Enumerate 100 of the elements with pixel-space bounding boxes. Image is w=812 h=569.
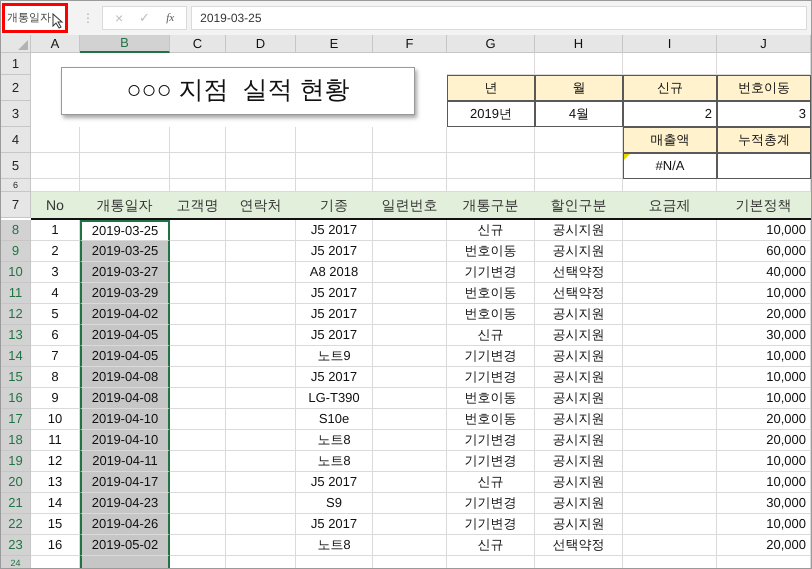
activation-type-cell: 기기변경 bbox=[447, 346, 535, 367]
policy-amount-cell: 40,000 bbox=[717, 262, 811, 283]
row-header[interactable]: 6 bbox=[1, 179, 31, 192]
activation-type-cell: 번호이동 bbox=[447, 304, 535, 325]
column-heading: 기본정책 bbox=[717, 192, 811, 218]
column-header[interactable]: J bbox=[717, 35, 811, 53]
row-header[interactable]: 17 bbox=[1, 409, 31, 430]
row-header[interactable]: 7 bbox=[1, 192, 31, 218]
column-header[interactable]: E bbox=[296, 35, 373, 53]
error-value: #N/A bbox=[656, 157, 684, 176]
policy-amount-cell: 10,000 bbox=[717, 283, 811, 304]
model-cell: S10e bbox=[296, 409, 373, 430]
row-header[interactable]: 11 bbox=[1, 283, 31, 304]
model-cell: 노트9 bbox=[296, 346, 373, 367]
insert-function-button[interactable]: fx bbox=[166, 10, 174, 26]
row-header[interactable]: 22 bbox=[1, 514, 31, 535]
date-cell: 2019-03-27 bbox=[80, 262, 170, 283]
policy-amount-cell: 30,000 bbox=[717, 325, 811, 346]
activation-type-cell: 기기변경 bbox=[447, 262, 535, 283]
column-header[interactable]: B bbox=[80, 35, 170, 53]
discount-type-cell: 공시지원 bbox=[535, 346, 623, 367]
grid-cell[interactable] bbox=[717, 153, 811, 179]
policy-amount-cell: 20,000 bbox=[717, 304, 811, 325]
row-header[interactable]: 20 bbox=[1, 472, 31, 493]
model-cell: J5 2017 bbox=[296, 472, 373, 493]
column-header[interactable]: F bbox=[373, 35, 447, 53]
column-heading: No bbox=[31, 192, 80, 218]
model-cell: J5 2017 bbox=[296, 220, 373, 241]
date-cell: 2019-04-08 bbox=[80, 388, 170, 409]
row-header[interactable]: 19 bbox=[1, 451, 31, 472]
discount-type-cell: 공시지원 bbox=[535, 388, 623, 409]
policy-amount-cell: 30,000 bbox=[717, 493, 811, 514]
model-cell: S9 bbox=[296, 493, 373, 514]
name-box[interactable]: 개통일자 bbox=[2, 3, 68, 33]
row-header[interactable]: 15 bbox=[1, 367, 31, 388]
date-cell: 2019-04-11 bbox=[80, 451, 170, 472]
date-cell: 2019-04-17 bbox=[80, 472, 170, 493]
row-header[interactable]: 8 bbox=[1, 220, 31, 241]
model-cell: 노트8 bbox=[296, 535, 373, 556]
activation-type-cell: 번호이동 bbox=[447, 241, 535, 262]
policy-amount-cell: 20,000 bbox=[717, 409, 811, 430]
summary-header: 년 bbox=[447, 75, 535, 101]
error-indicator-icon[interactable] bbox=[624, 154, 630, 160]
row-header[interactable]: 18 bbox=[1, 430, 31, 451]
row-header[interactable]: 12 bbox=[1, 304, 31, 325]
discount-type-cell: 공시지원 bbox=[535, 514, 623, 535]
activation-type-cell: 기기변경 bbox=[447, 367, 535, 388]
model-cell: J5 2017 bbox=[296, 514, 373, 535]
column-header[interactable]: I bbox=[623, 35, 717, 53]
column-header[interactable]: C bbox=[170, 35, 226, 53]
date-cell: 2019-04-23 bbox=[80, 493, 170, 514]
title-text-box[interactable]: ○○○ 지점 실적 현황 bbox=[61, 67, 415, 115]
date-cell: 2019-04-10 bbox=[80, 409, 170, 430]
row-header[interactable]: 3 bbox=[1, 101, 31, 127]
column-heading: 개통구분 bbox=[447, 192, 535, 218]
model-cell: J5 2017 bbox=[296, 325, 373, 346]
row-header[interactable]: 9 bbox=[1, 241, 31, 262]
discount-type-cell: 선택약정 bbox=[535, 262, 623, 283]
column-heading: 요금제 bbox=[623, 192, 717, 218]
grid-cell[interactable] bbox=[80, 556, 170, 568]
formula-input[interactable]: 2019-03-25 bbox=[191, 6, 807, 30]
activation-type-cell: 신규 bbox=[447, 325, 535, 346]
discount-type-cell: 공시지원 bbox=[535, 220, 623, 241]
column-header[interactable]: H bbox=[535, 35, 623, 53]
row-header[interactable]: 21 bbox=[1, 493, 31, 514]
mouse-pointer-icon bbox=[52, 13, 64, 29]
row-header[interactable]: 14 bbox=[1, 346, 31, 367]
model-cell: J5 2017 bbox=[296, 304, 373, 325]
activation-type-cell: 신규 bbox=[447, 472, 535, 493]
policy-amount-cell: 10,000 bbox=[717, 451, 811, 472]
row-header[interactable]: 13 bbox=[1, 325, 31, 346]
date-cell: 2019-04-02 bbox=[80, 304, 170, 325]
row-header[interactable]: 24 bbox=[1, 556, 31, 568]
policy-amount-cell: 10,000 bbox=[717, 367, 811, 388]
column-header[interactable]: D bbox=[226, 35, 296, 53]
discount-type-cell: 선택약정 bbox=[535, 283, 623, 304]
row-header[interactable]: 5 bbox=[1, 153, 31, 179]
column-heading: 개통일자 bbox=[80, 192, 170, 218]
column-heading: 일련번호 bbox=[373, 192, 447, 218]
model-cell: J5 2017 bbox=[296, 283, 373, 304]
activation-type-cell: 번호이동 bbox=[447, 388, 535, 409]
date-cell: 2019-04-05 bbox=[80, 346, 170, 367]
summary-value: 2019년 bbox=[447, 101, 535, 127]
policy-amount-cell: 20,000 bbox=[717, 535, 811, 556]
policy-amount-cell: 10,000 bbox=[717, 472, 811, 493]
date-cell: 2019-04-05 bbox=[80, 325, 170, 346]
discount-type-cell: 공시지원 bbox=[535, 451, 623, 472]
row-header[interactable]: 23 bbox=[1, 535, 31, 556]
row-header[interactable]: 16 bbox=[1, 388, 31, 409]
row-header[interactable]: 10 bbox=[1, 262, 31, 283]
summary-header: 매출액 bbox=[623, 127, 717, 153]
summary-value: 2 bbox=[623, 101, 717, 127]
row-header[interactable]: 2 bbox=[1, 75, 31, 101]
activation-type-cell: 번호이동 bbox=[447, 283, 535, 304]
model-cell: J5 2017 bbox=[296, 367, 373, 388]
discount-type-cell: 공시지원 bbox=[535, 241, 623, 262]
row-header[interactable]: 4 bbox=[1, 127, 31, 153]
date-cell: 2019-04-26 bbox=[80, 514, 170, 535]
column-header[interactable]: G bbox=[447, 35, 535, 53]
row-header[interactable]: 1 bbox=[1, 53, 31, 75]
